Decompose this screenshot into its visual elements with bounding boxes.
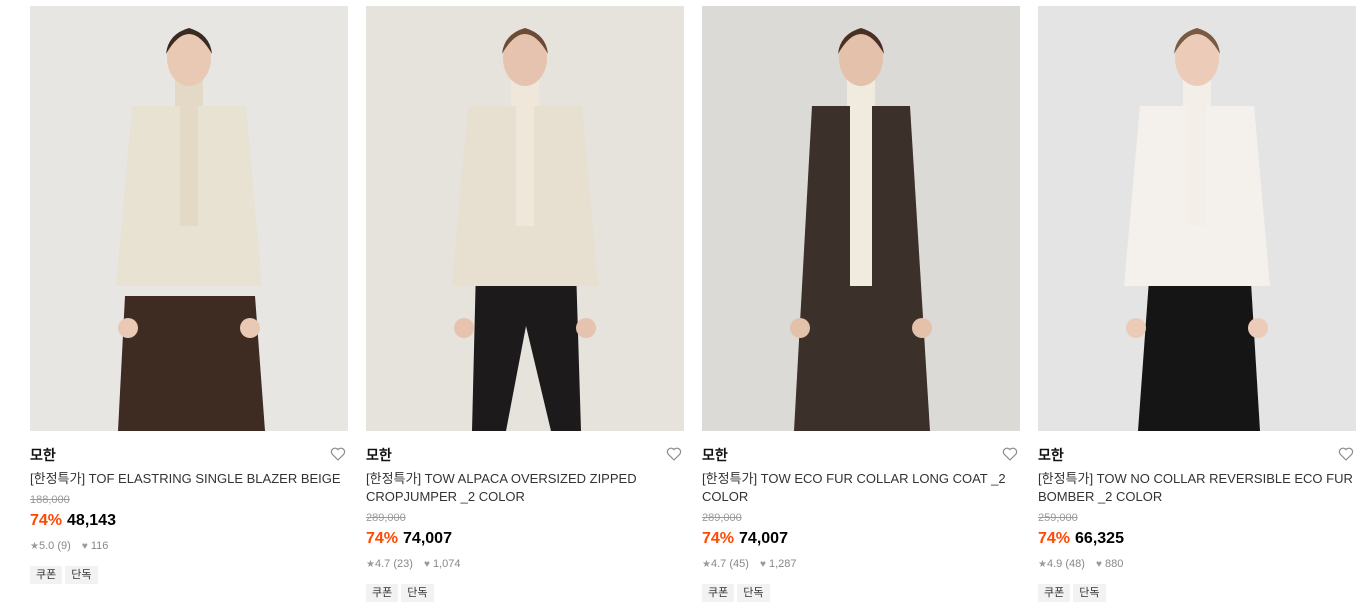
star-icon: ★ <box>30 541 39 552</box>
model-hand <box>240 318 260 338</box>
product-card[interactable]: 모한 [한정특가] TOW ECO FUR COLLAR LONG COAT _… <box>702 6 1020 602</box>
like-count: 116 <box>90 540 109 552</box>
model-dress <box>1138 266 1260 431</box>
exclusive-tag: 단독 <box>401 584 434 602</box>
rating: 4.7 (45) <box>710 558 749 570</box>
brand-name[interactable]: 모한 <box>366 447 392 463</box>
coupon-tag: 쿠폰 <box>366 584 399 602</box>
sale-price: 74,007 <box>403 530 452 547</box>
sale-price: 74,007 <box>739 530 788 547</box>
product-title[interactable]: [한정특가] TOW NO COLLAR REVERSIBLE ECO FUR … <box>1038 470 1356 506</box>
exclusive-tag: 단독 <box>65 566 98 584</box>
like-count-icon: ♥ <box>423 559 430 570</box>
product-card[interactable]: 모한 [한정특가] TOW ALPACA OVERSIZED ZIPPED CR… <box>366 6 684 602</box>
rating: 4.9 (48) <box>1046 558 1085 570</box>
exclusive-tag: 단독 <box>1073 584 1106 602</box>
discount-rate: 74% <box>366 530 399 547</box>
wishlist-heart-icon[interactable] <box>1338 446 1354 462</box>
like-count-icon: ♥ <box>759 559 766 570</box>
product-image[interactable] <box>366 6 684 431</box>
product-card[interactable]: 모한 [한정특가] TOW NO COLLAR REVERSIBLE ECO F… <box>1038 6 1356 602</box>
coupon-tag: 쿠폰 <box>30 566 63 584</box>
wishlist-heart-icon[interactable] <box>1002 446 1018 462</box>
rating: 5.0 (9) <box>38 540 71 552</box>
star-icon: ★ <box>1038 559 1047 570</box>
star-icon: ★ <box>366 559 375 570</box>
original-price: 188,000 <box>30 494 70 506</box>
like-count-icon: ♥ <box>81 541 88 552</box>
model-inner-top <box>516 106 534 226</box>
brand-name[interactable]: 모한 <box>702 447 728 463</box>
original-price: 289,000 <box>702 512 742 524</box>
model-hand <box>790 318 810 338</box>
wishlist-heart-icon[interactable] <box>666 446 682 462</box>
like-count: 1,287 <box>768 558 797 570</box>
product-title[interactable]: [한정특가] TOW ECO FUR COLLAR LONG COAT _2 C… <box>702 470 1020 506</box>
model-hand <box>1248 318 1268 338</box>
discount-rate: 74% <box>30 512 63 529</box>
model-hand <box>454 318 474 338</box>
product-image[interactable] <box>30 6 348 431</box>
like-count: 880 <box>1104 558 1124 570</box>
coupon-tag: 쿠폰 <box>1038 584 1071 602</box>
brand-name[interactable]: 모한 <box>30 447 56 463</box>
model-hand <box>118 318 138 338</box>
product-card[interactable]: 모한 [한정특가] TOF ELASTRING SINGLE BLAZER BE… <box>30 6 348 584</box>
product-title[interactable]: [한정특가] TOF ELASTRING SINGLE BLAZER BEIGE <box>30 470 348 488</box>
sale-price: 48,143 <box>67 512 116 529</box>
product-image[interactable] <box>702 6 1020 431</box>
like-count: 1,074 <box>432 558 461 570</box>
original-price: 289,000 <box>366 512 406 524</box>
model-hand <box>912 318 932 338</box>
like-count-icon: ♥ <box>1095 559 1102 570</box>
coupon-tag: 쿠폰 <box>702 584 735 602</box>
original-price: 259,000 <box>1038 512 1078 524</box>
exclusive-tag: 단독 <box>737 584 770 602</box>
rating: 4.7 (23) <box>374 558 413 570</box>
model-pants <box>118 296 265 431</box>
sale-price: 66,325 <box>1075 530 1124 547</box>
discount-rate: 74% <box>702 530 735 547</box>
product-title[interactable]: [한정특가] TOW ALPACA OVERSIZED ZIPPED CROPJ… <box>366 470 684 506</box>
discount-rate: 74% <box>1038 530 1071 547</box>
model-hand <box>1126 318 1146 338</box>
product-image[interactable] <box>1038 6 1356 431</box>
star-icon: ★ <box>702 559 711 570</box>
model-inner-top <box>850 106 872 286</box>
model-inner-top <box>1188 106 1206 226</box>
brand-name[interactable]: 모한 <box>1038 447 1064 463</box>
wishlist-heart-icon[interactable] <box>330 446 346 462</box>
model-hand <box>576 318 596 338</box>
model-inner-top <box>180 106 198 226</box>
